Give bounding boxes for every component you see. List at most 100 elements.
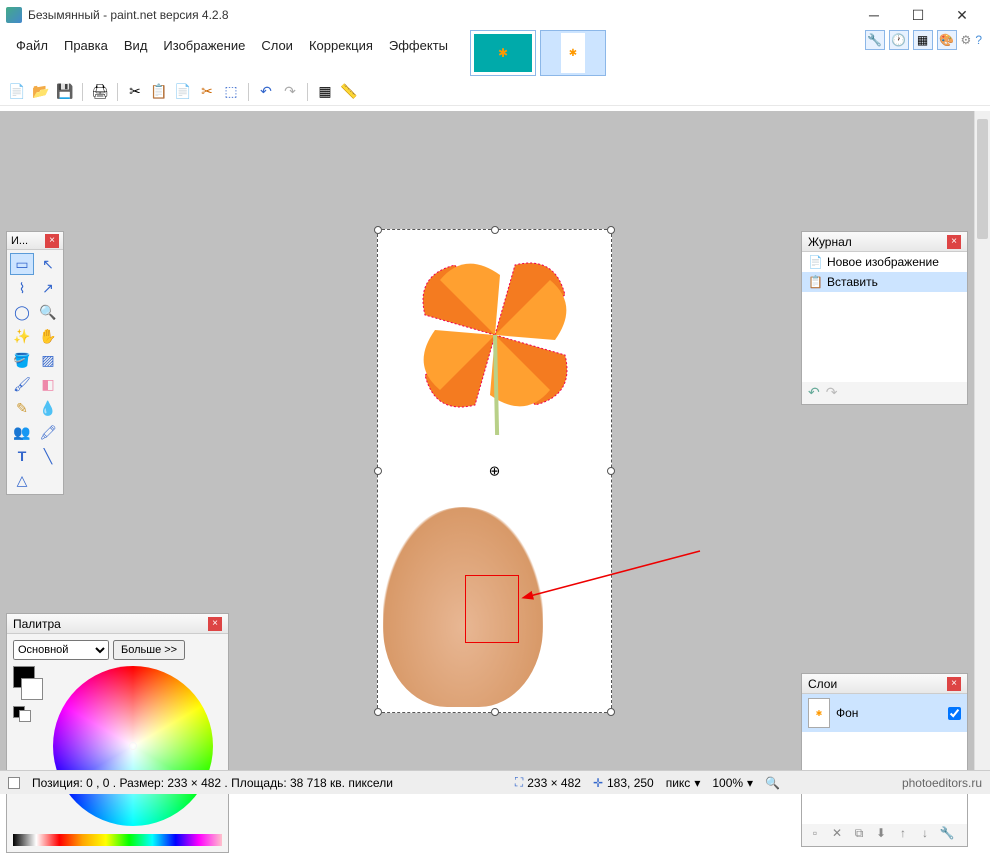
doc-thumb-2[interactable]: ✱	[540, 30, 606, 76]
history-item-label: Новое изображение	[827, 255, 939, 269]
paste-icon: 📋	[808, 275, 823, 289]
workspace: ⊕ И...× ▭ ↖ ⌇ ↗ ◯ 🔍 ✨ ✋ 🪣 ▨ 🖌 ◧ ✎	[0, 111, 990, 770]
tool-lasso[interactable]: ⌇	[10, 277, 34, 299]
menu-view[interactable]: Вид	[116, 34, 156, 57]
add-layer-icon[interactable]: ▫	[806, 826, 824, 844]
history-close-icon[interactable]: ×	[947, 235, 961, 249]
color-strip[interactable]	[13, 834, 222, 846]
tools-window-icon[interactable]: 🔧	[865, 30, 885, 50]
crop-icon[interactable]: ✂	[198, 83, 216, 101]
tool-zoom[interactable]: 🔍	[36, 301, 60, 323]
tool-rect-select[interactable]: ▭	[10, 253, 34, 275]
zoom-value[interactable]: 100%	[712, 776, 743, 790]
tool-fill[interactable]: 🪣	[10, 349, 34, 371]
handle-ml[interactable]	[374, 467, 382, 475]
statusbar: Позиция: 0 , 0 . Размер: 233 × 482 . Пло…	[0, 770, 990, 794]
color-mode-select[interactable]: Основной	[13, 640, 109, 660]
color-swatches[interactable]	[13, 666, 47, 826]
color-wheel[interactable]	[53, 666, 213, 826]
cut-icon[interactable]: ✂	[126, 83, 144, 101]
duplicate-layer-icon[interactable]: ⧉	[850, 826, 868, 844]
more-button[interactable]: Больше >>	[113, 640, 185, 660]
tool-magic-wand[interactable]: ✨	[10, 325, 34, 347]
minimize-button[interactable]: ─	[852, 1, 896, 29]
redo-icon[interactable]: ↷	[281, 83, 299, 101]
handle-tr[interactable]	[607, 226, 615, 234]
menu-layers[interactable]: Слои	[253, 34, 301, 57]
deselect-icon[interactable]: ⬚	[222, 83, 240, 101]
tool-ellipse-select[interactable]: ◯	[10, 301, 34, 323]
handle-tl[interactable]	[374, 226, 382, 234]
tool-eyedropper[interactable]: 💧	[36, 397, 60, 419]
move-center-icon[interactable]: ⊕	[489, 463, 501, 480]
redo-icon[interactable]: ↷	[826, 384, 838, 402]
document-thumbs: ✱ ✱	[470, 30, 606, 76]
undo-icon[interactable]: ↶	[808, 384, 820, 402]
status-geom-icon	[8, 777, 20, 789]
tool-brush[interactable]: 🖌	[10, 373, 34, 395]
menu-effects[interactable]: Эффекты	[381, 34, 456, 57]
menu-file[interactable]: Файл	[8, 34, 56, 57]
ruler-icon[interactable]: 📏	[340, 83, 358, 101]
status-dims: 233 × 482	[527, 776, 581, 790]
history-item[interactable]: 📋Вставить	[802, 272, 967, 292]
settings-icon[interactable]: ⚙	[961, 33, 972, 47]
units-select[interactable]: пикс	[666, 776, 691, 790]
watermark: photoeditors.ru	[902, 776, 982, 790]
top-right-icons: 🔧 🕐 ▦ 🎨 ⚙ ?	[865, 30, 990, 50]
layer-name: Фон	[836, 706, 858, 720]
doc-thumb-1[interactable]: ✱	[470, 30, 536, 76]
open-icon[interactable]: 📂	[32, 83, 50, 101]
tool-move[interactable]: ↖	[36, 253, 60, 275]
menu-edit[interactable]: Правка	[56, 34, 116, 57]
history-window-icon[interactable]: 🕐	[889, 30, 909, 50]
history-item[interactable]: 📄Новое изображение	[802, 252, 967, 272]
handle-br[interactable]	[607, 708, 615, 716]
close-button[interactable]: ✕	[940, 1, 984, 29]
undo-icon[interactable]: ↶	[257, 83, 275, 101]
merge-down-icon[interactable]: ⬇	[872, 826, 890, 844]
tool-gradient[interactable]: ▨	[36, 349, 60, 371]
menu-adjust[interactable]: Коррекция	[301, 34, 381, 57]
toolbox-close-icon[interactable]: ×	[45, 234, 59, 248]
app-logo	[6, 7, 22, 23]
tool-text[interactable]: T	[10, 445, 34, 467]
copy-icon[interactable]: 📋	[150, 83, 168, 101]
status-cursor: 183, 250	[607, 776, 654, 790]
colors-window-icon[interactable]: 🎨	[937, 30, 957, 50]
tool-eraser[interactable]: ◧	[36, 373, 60, 395]
delete-layer-icon[interactable]: ✕	[828, 826, 846, 844]
paste-icon[interactable]: 📄	[174, 83, 192, 101]
layers-close-icon[interactable]: ×	[947, 677, 961, 691]
tool-clone[interactable]: 👥	[10, 421, 34, 443]
vertical-scrollbar[interactable]	[974, 111, 990, 770]
tool-recolor[interactable]: 🖍	[36, 421, 60, 443]
layer-visible-checkbox[interactable]	[948, 707, 961, 720]
move-down-icon[interactable]: ↓	[916, 826, 934, 844]
move-up-icon[interactable]: ↑	[894, 826, 912, 844]
history-title: Журнал	[808, 235, 852, 249]
zoom-in-icon[interactable]: 🔍	[765, 776, 780, 790]
palette-close-icon[interactable]: ×	[208, 617, 222, 631]
tool-move-selection[interactable]: ↗	[36, 277, 60, 299]
tool-pencil[interactable]: ✎	[10, 397, 34, 419]
grid-icon[interactable]: ▦	[316, 83, 334, 101]
tool-shapes[interactable]: △	[10, 469, 34, 491]
save-icon[interactable]: 💾	[56, 83, 74, 101]
history-panel: Журнал × 📄Новое изображение 📋Вставить ↶ ↷	[801, 231, 968, 405]
layer-item[interactable]: ✱ Фон	[802, 694, 967, 732]
menu-image[interactable]: Изображение	[155, 34, 253, 57]
handle-bl[interactable]	[374, 708, 382, 716]
help-icon[interactable]: ?	[975, 33, 982, 47]
tool-line[interactable]: ╲	[36, 445, 60, 467]
maximize-button[interactable]: ☐	[896, 1, 940, 29]
properties-icon[interactable]: 🔧	[938, 826, 956, 844]
new-icon[interactable]: 📄	[8, 83, 26, 101]
handle-bc[interactable]	[491, 708, 499, 716]
tool-pan[interactable]: ✋	[36, 325, 60, 347]
handle-mr[interactable]	[607, 467, 615, 475]
layers-window-icon[interactable]: ▦	[913, 30, 933, 50]
handle-tc[interactable]	[491, 226, 499, 234]
resize-icon: ⛶	[515, 775, 523, 790]
print-icon[interactable]: 🖨	[91, 83, 109, 101]
